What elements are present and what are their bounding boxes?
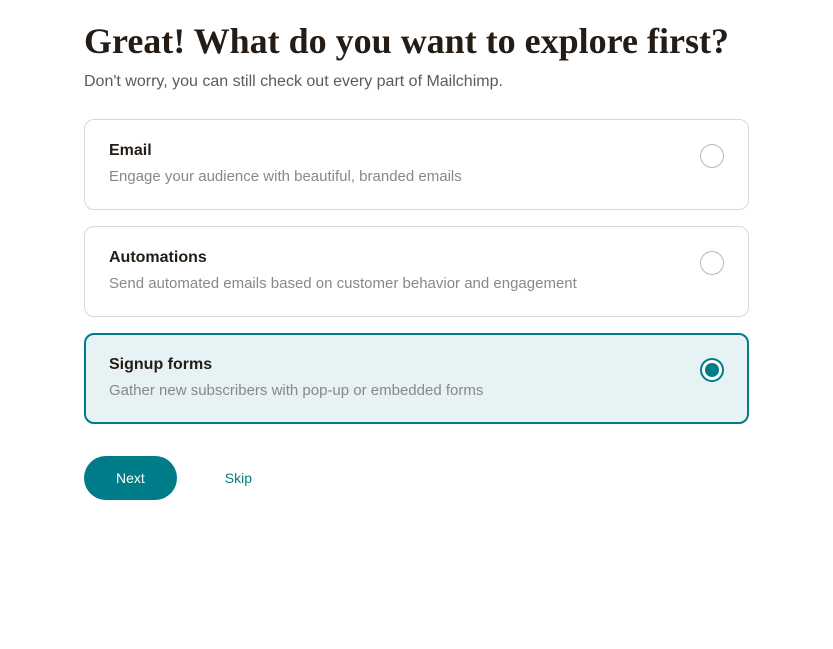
skip-button[interactable]: Skip: [225, 470, 252, 486]
radio-icon: [700, 144, 724, 168]
option-title: Email: [109, 142, 680, 160]
radio-icon: [700, 251, 724, 275]
option-text: Signup forms Gather new subscribers with…: [109, 356, 700, 401]
option-desc: Send automated emails based on customer …: [109, 273, 680, 294]
actions-row: Next Skip: [84, 456, 749, 500]
options-list: Email Engage your audience with beautifu…: [84, 119, 749, 424]
radio-icon: [700, 358, 724, 382]
option-automations[interactable]: Automations Send automated emails based …: [84, 226, 749, 317]
option-text: Email Engage your audience with beautifu…: [109, 142, 700, 187]
option-text: Automations Send automated emails based …: [109, 249, 700, 294]
page-subheading: Don't worry, you can still check out eve…: [84, 73, 749, 91]
option-signup-forms[interactable]: Signup forms Gather new subscribers with…: [84, 333, 749, 424]
option-title: Signup forms: [109, 356, 680, 374]
radio-dot-icon: [705, 363, 719, 377]
option-desc: Gather new subscribers with pop-up or em…: [109, 380, 680, 401]
next-button[interactable]: Next: [84, 456, 177, 500]
option-desc: Engage your audience with beautiful, bra…: [109, 166, 680, 187]
option-title: Automations: [109, 249, 680, 267]
page-heading: Great! What do you want to explore first…: [84, 20, 749, 63]
option-email[interactable]: Email Engage your audience with beautifu…: [84, 119, 749, 210]
